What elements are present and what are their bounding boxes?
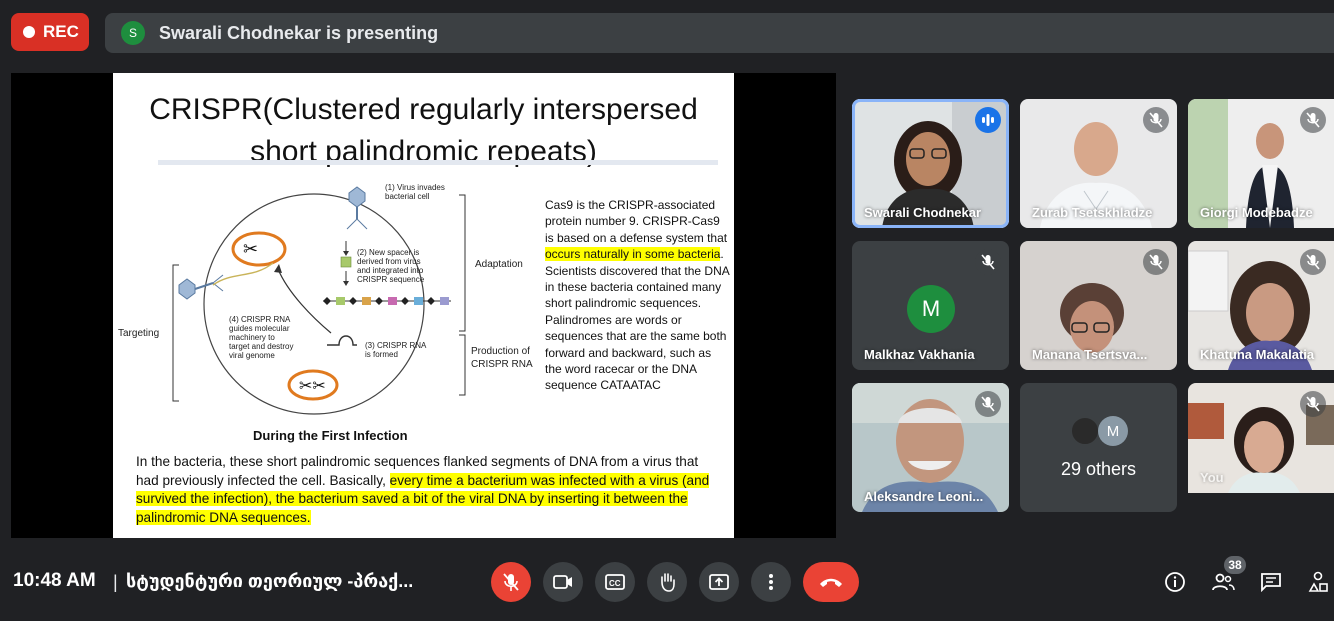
raise-hand-icon	[661, 573, 675, 592]
people-icon	[1212, 573, 1235, 591]
presenting-text: Swarali Chodnekar is presenting	[159, 22, 439, 43]
participant-tile-malkhaz[interactable]: M Malkhaz Vakhania	[852, 241, 1009, 370]
mic-off-icon	[975, 391, 1001, 417]
virus-icon	[346, 186, 368, 230]
side-paragraph-1: Cas9 is the CRISPR-associated protein nu…	[545, 197, 730, 263]
slide-title-line2: short palindromic repeats)	[250, 135, 597, 168]
others-tile[interactable]: M 29 others	[1020, 383, 1177, 512]
presenting-banner: S Swarali Chodnekar is presenting	[105, 13, 1334, 53]
presentation-stage: CRISPR(Clustered regularly interspersed …	[11, 73, 836, 538]
side-p1-end: .	[720, 247, 724, 262]
others-avatar: M	[1098, 416, 1128, 446]
participant-name: Khatuna Makalatia	[1200, 347, 1315, 362]
mic-off-icon	[1300, 249, 1326, 275]
mic-off-icon	[975, 249, 1001, 275]
participant-name: You	[1200, 470, 1224, 485]
viral-dna	[212, 262, 274, 286]
arrow	[343, 251, 349, 256]
participant-tile-manana[interactable]: Manana Tsertsva...	[1020, 241, 1177, 370]
participant-count-badge: 38	[1224, 556, 1246, 574]
info-icon	[1165, 572, 1185, 592]
meeting-details-button[interactable]	[1161, 568, 1189, 596]
svg-text:CC: CC	[609, 579, 621, 588]
mic-off-icon	[503, 573, 519, 591]
more-options-button[interactable]	[751, 562, 791, 602]
participant-tile-aleksandre[interactable]: Aleksandre Leoni...	[852, 383, 1009, 512]
captions-button[interactable]: CC	[595, 562, 635, 602]
label-production: Production of CRISPR RNA	[471, 346, 533, 370]
slide: CRISPR(Clustered regularly interspersed …	[113, 73, 734, 538]
bottom-paragraph: In the bacteria, these short palindromic…	[136, 453, 721, 527]
mic-off-icon	[1143, 249, 1169, 275]
cas9-complex-icon	[231, 231, 287, 267]
side-text: Cas9 is the CRISPR-associated protein nu…	[545, 197, 730, 394]
participant-name: Zurab Tsetskhladze	[1032, 205, 1153, 220]
participant-name: Aleksandre Leoni...	[864, 489, 984, 504]
label-adaptation: Adaptation	[475, 259, 523, 270]
recording-indicator[interactable]: REC	[11, 13, 89, 51]
side-paragraph-2: Scientists discovered that the DNA in th…	[545, 263, 730, 393]
avatar: M	[907, 285, 955, 333]
adaptation-bracket	[459, 194, 466, 332]
participant-name: Manana Tsertsva...	[1032, 347, 1148, 362]
activities-icon	[1308, 571, 1328, 592]
present-button[interactable]	[699, 562, 739, 602]
crispr-rna-icon	[327, 335, 357, 346]
arrow	[274, 264, 282, 273]
label-guides: (4) CRISPR RNA guides molecular machinery …	[229, 315, 293, 360]
participant-tile-swarali[interactable]: Swarali Chodnekar	[852, 99, 1009, 228]
new-spacer	[340, 256, 352, 268]
participant-tile-khatuna[interactable]: Khatuna Makalatia	[1188, 241, 1334, 370]
diagram-caption: During the First Infection	[253, 428, 408, 443]
present-icon	[709, 574, 729, 590]
mic-off-icon	[1143, 107, 1169, 133]
label-crispr-rna: (3) CRISPR RNA is formed	[365, 341, 427, 359]
mic-off-icon	[1300, 391, 1326, 417]
participant-tile-giorgi[interactable]: Giorgi Modebadze	[1188, 99, 1334, 228]
scissors-icon: ✂	[243, 239, 258, 259]
label-targeting: Targeting	[118, 328, 159, 339]
record-dot-icon	[23, 26, 35, 38]
captions-icon: CC	[605, 574, 625, 590]
virus-icon	[178, 274, 224, 300]
self-tile[interactable]: You	[1188, 383, 1334, 493]
leave-call-button[interactable]	[803, 562, 859, 602]
camera-toggle-button[interactable]	[543, 562, 583, 602]
more-icon	[769, 574, 773, 590]
presenter-avatar: S	[121, 21, 145, 45]
chat-button[interactable]	[1257, 568, 1285, 596]
rec-label: REC	[43, 22, 79, 41]
side-p1-highlight: occurs naturally in some bacteria	[545, 247, 721, 262]
clock: 10:48 AM	[13, 570, 96, 591]
crispr-diagram: ✂ ✂✂ (1) Virus invades bacterial cell (2)…	[118, 183, 533, 415]
slide-title-line1: CRISPR(Clustered regularly interspersed	[149, 93, 698, 126]
arrow	[343, 281, 349, 286]
participant-name: Swarali Chodnekar	[864, 205, 982, 220]
production-bracket	[459, 334, 466, 396]
side-p1-text: Cas9 is the CRISPR-associated protein nu…	[545, 198, 728, 245]
mic-off-icon	[1300, 107, 1326, 133]
camera-icon	[553, 575, 572, 589]
speaking-indicator-icon	[975, 107, 1001, 133]
label-new-spacer: (2) New spacer is derived from virus and i…	[357, 248, 425, 284]
others-avatar-photo	[1070, 416, 1100, 446]
participant-name: Giorgi Modebadze	[1200, 205, 1313, 220]
raise-hand-button[interactable]	[647, 562, 687, 602]
title-underline	[158, 160, 718, 165]
participant-name: Malkhaz Vakhania	[864, 347, 975, 362]
hangup-icon	[820, 578, 842, 587]
separator: |	[113, 572, 118, 592]
label-virus-invades: (1) Virus invades bacterial cell	[385, 183, 445, 201]
targeting-bracket	[172, 264, 179, 402]
mic-toggle-button[interactable]	[491, 562, 531, 602]
scissors-icon: ✂✂	[299, 378, 326, 395]
participant-tile-zurab[interactable]: Zurab Tsetskhladze	[1020, 99, 1177, 228]
others-count: 29 others	[1060, 459, 1137, 479]
meeting-name: სტუდენტური თეორიულ -პრაქ...	[126, 571, 414, 591]
chat-icon	[1261, 573, 1281, 592]
activities-button[interactable]	[1305, 568, 1331, 596]
